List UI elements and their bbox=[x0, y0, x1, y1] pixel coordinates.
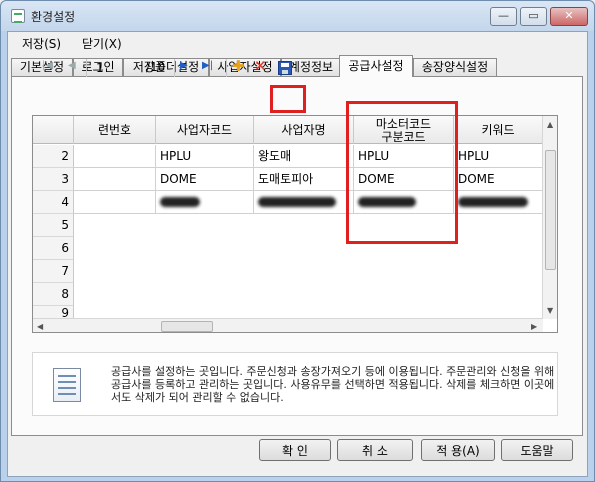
row-number: 4 bbox=[33, 191, 74, 214]
table-row[interactable]: 8 bbox=[33, 283, 543, 306]
title-bar[interactable]: 환경설정 — ▭ ✕ bbox=[1, 1, 594, 31]
grid-toolbar: |◀ ◀ /10 ▶ ▶| ✚ ✕ bbox=[28, 56, 298, 82]
row-number: 2 bbox=[33, 145, 74, 168]
cell-serial[interactable] bbox=[74, 145, 156, 168]
menu-bar: 저장(S) 닫기(X) bbox=[8, 32, 587, 54]
toolbar-separator bbox=[174, 59, 175, 77]
close-button[interactable]: ✕ bbox=[550, 7, 588, 26]
table-row[interactable]: 3 DOME 도매토피아 DOME DOME bbox=[33, 168, 543, 191]
vertical-scrollbar[interactable]: ▲ ▼ bbox=[542, 116, 557, 319]
cell-business-name-redacted[interactable] bbox=[254, 191, 354, 214]
save-icon[interactable] bbox=[278, 61, 292, 75]
maximize-button[interactable]: ▭ bbox=[520, 7, 547, 26]
row-number: 8 bbox=[33, 283, 74, 306]
table-row[interactable]: 4 bbox=[33, 191, 543, 214]
highlight-save-box bbox=[270, 85, 306, 113]
info-text: 공급사를 설정하는 곳입니다. 주문신청과 송장가져오기 등에 이용됩니다. 주… bbox=[111, 365, 555, 404]
redaction-mark bbox=[160, 197, 200, 207]
row-number: 3 bbox=[33, 168, 74, 191]
help-button[interactable]: 도움말 bbox=[501, 439, 573, 461]
first-page-icon[interactable]: |◀ bbox=[42, 60, 53, 71]
row-number: 5 bbox=[33, 214, 74, 237]
window-title: 환경설정 bbox=[31, 10, 76, 24]
table-row[interactable]: 9 bbox=[33, 306, 543, 318]
table-row[interactable]: 6 bbox=[33, 237, 543, 260]
toolbar-separator bbox=[86, 59, 87, 77]
tab-invoice-form[interactable]: 송장양식설정 bbox=[413, 58, 497, 77]
horizontal-scroll-thumb[interactable] bbox=[161, 321, 213, 332]
supplier-grid: 련번호 사업자코드 사업자명 마소터코드 구분코드 키워드 2 HPLU 왕도매… bbox=[32, 115, 558, 333]
vertical-scroll-thumb[interactable] bbox=[545, 150, 556, 270]
cell-keyword[interactable]: DOME bbox=[454, 168, 543, 191]
tab-supplier[interactable]: 공급사설정 bbox=[339, 55, 413, 77]
row-number: 6 bbox=[33, 237, 74, 260]
menu-close[interactable]: 닫기(X) bbox=[82, 35, 122, 52]
col-header-business-name[interactable]: 사업자명 bbox=[254, 116, 354, 144]
col-header-keyword[interactable]: 키워드 bbox=[454, 116, 543, 144]
scroll-down-icon[interactable]: ▼ bbox=[547, 306, 553, 315]
col-header-business-code[interactable]: 사업자코드 bbox=[156, 116, 254, 144]
scroll-left-icon[interactable]: ◀ bbox=[37, 322, 43, 331]
total-pages: /10 bbox=[146, 60, 166, 74]
table-row[interactable]: 5 bbox=[33, 214, 543, 237]
cell-keyword-redacted[interactable] bbox=[454, 191, 543, 214]
cell-business-name[interactable]: 도매토피아 bbox=[254, 168, 354, 191]
cell-business-code[interactable]: DOME bbox=[156, 168, 254, 191]
last-page-icon[interactable]: ▶| bbox=[202, 60, 213, 71]
add-icon[interactable]: ✚ bbox=[232, 57, 245, 75]
row-number: 9 bbox=[33, 306, 74, 318]
scroll-up-icon[interactable]: ▲ bbox=[547, 120, 553, 129]
highlight-master-code-box bbox=[346, 101, 458, 244]
document-icon bbox=[53, 368, 81, 402]
menu-save[interactable]: 저장(S) bbox=[22, 35, 61, 52]
redaction-mark bbox=[458, 197, 528, 207]
table-row[interactable]: 7 bbox=[33, 260, 543, 283]
cell-serial[interactable] bbox=[74, 168, 156, 191]
table-row[interactable]: 2 HPLU 왕도매 HPLU HPLU bbox=[33, 145, 543, 168]
info-panel: 공급사를 설정하는 곳입니다. 주문신청과 송장가져오기 등에 이용됩니다. 주… bbox=[32, 352, 558, 416]
scroll-right-icon[interactable]: ▶ bbox=[531, 322, 537, 331]
col-header-serial[interactable]: 련번호 bbox=[74, 116, 156, 144]
page-number-input[interactable] bbox=[94, 58, 138, 78]
toolbar-separator bbox=[226, 59, 227, 77]
grid-header: 련번호 사업자코드 사업자명 마소터코드 구분코드 키워드 bbox=[33, 116, 543, 144]
next-page-icon[interactable]: ▶ bbox=[180, 60, 188, 71]
apply-button[interactable]: 적 용(A) bbox=[421, 439, 495, 461]
cell-business-code-redacted[interactable] bbox=[156, 191, 254, 214]
prev-page-icon[interactable]: ◀ bbox=[68, 60, 76, 71]
row-header-corner bbox=[33, 116, 74, 144]
app-icon bbox=[11, 9, 25, 23]
redaction-mark bbox=[258, 197, 336, 207]
row-number: 7 bbox=[33, 260, 74, 283]
cell-business-name[interactable]: 왕도매 bbox=[254, 145, 354, 168]
cell-business-code[interactable]: HPLU bbox=[156, 145, 254, 168]
cancel-button[interactable]: 취 소 bbox=[337, 439, 413, 461]
horizontal-scrollbar[interactable]: ◀ ▶ bbox=[33, 318, 543, 332]
cell-serial[interactable] bbox=[74, 191, 156, 214]
cell-keyword[interactable]: HPLU bbox=[454, 145, 543, 168]
minimize-button[interactable]: — bbox=[490, 7, 517, 26]
ok-button[interactable]: 확 인 bbox=[259, 439, 331, 461]
delete-icon[interactable]: ✕ bbox=[254, 57, 267, 75]
